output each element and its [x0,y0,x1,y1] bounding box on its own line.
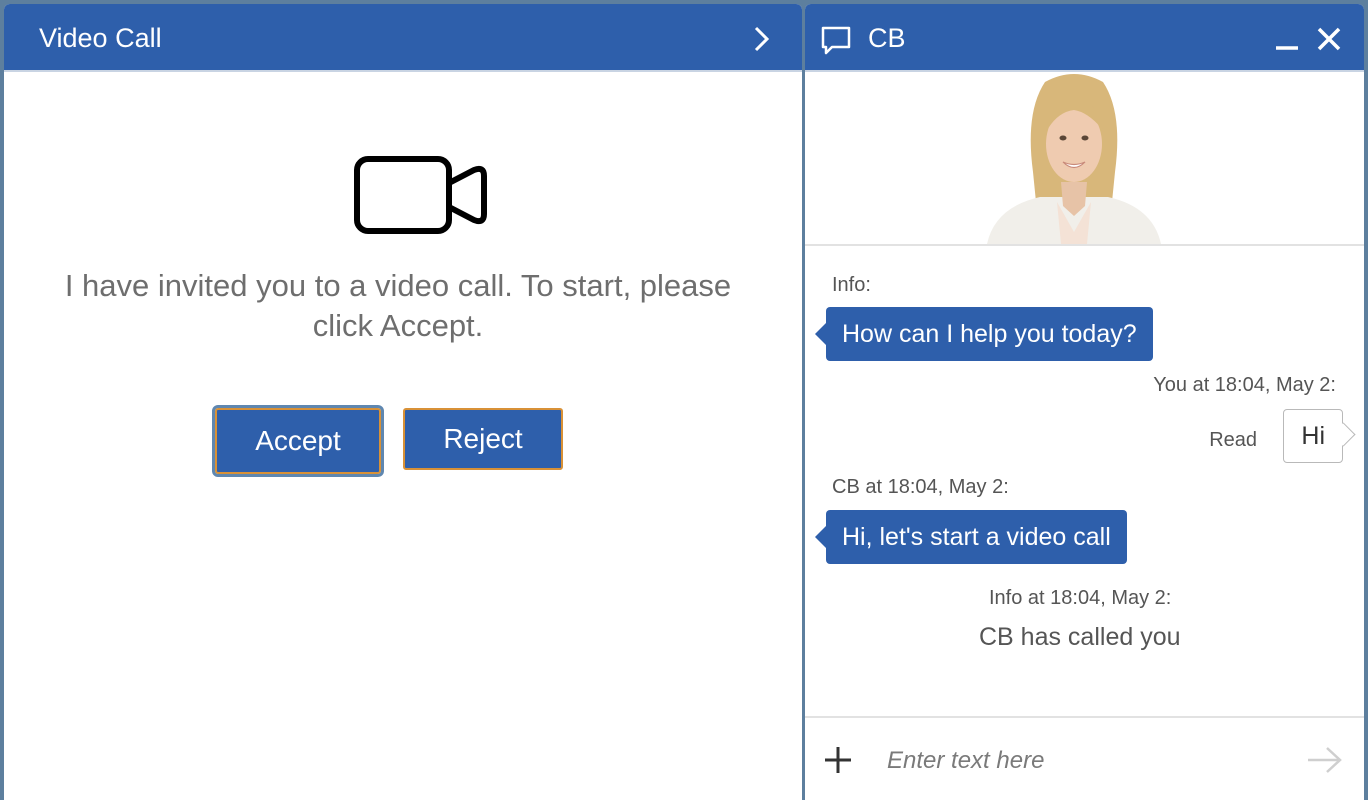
read-status: Read [1209,429,1257,451]
message-meta: Info: [832,274,871,296]
agent-photo-area [805,72,1364,246]
reject-button[interactable]: Reject [403,408,563,470]
chat-title: CB [868,23,906,53]
minimize-icon[interactable] [1272,24,1302,54]
chat-panel: CB Info: How can I help you today? You a… [805,4,1364,800]
video-call-title: Video Call [39,23,162,53]
message-meta: CB at 18:04, May 2: [832,476,1009,498]
plus-icon[interactable] [823,745,853,775]
chat-bubble-icon [821,26,851,55]
accept-button[interactable]: Accept [212,405,384,477]
message-input[interactable] [885,738,1269,784]
invite-message: I have invited you to a video call. To s… [64,268,732,343]
message-meta: You at 18:04, May 2: [1153,374,1336,396]
chevron-right-icon[interactable] [748,24,774,54]
chat-header: CB [805,4,1364,72]
system-message: CB has called you [979,623,1181,651]
outgoing-message: Hi [1283,409,1343,463]
video-call-header: Video Call [4,4,802,72]
send-arrow-icon[interactable] [1306,745,1344,775]
message-input-bar [805,716,1364,800]
incoming-message: How can I help you today? [815,307,1153,361]
incoming-message: Hi, let's start a video call [815,510,1127,564]
video-camera-icon [354,156,487,234]
video-call-panel: Video Call I have invited you to a video… [4,4,802,800]
agent-avatar [987,74,1161,244]
message-meta: Info at 18:04, May 2: [989,587,1172,609]
close-icon[interactable] [1314,24,1344,54]
